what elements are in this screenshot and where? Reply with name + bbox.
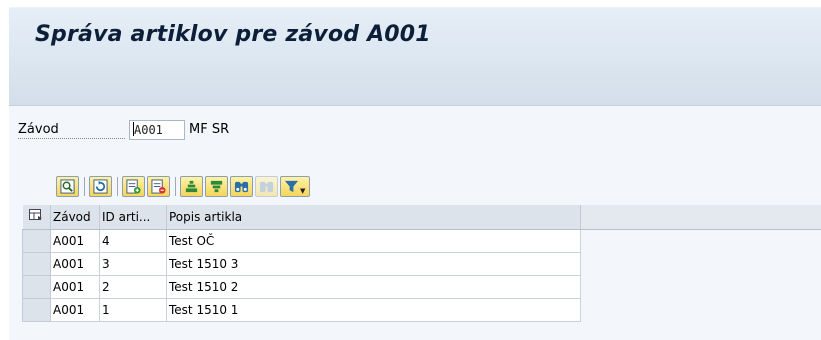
cell-article-id[interactable]: 1 [99,297,167,322]
cell-plant[interactable]: A001 [50,297,100,322]
cell-article-description[interactable]: Test 1510 3 [166,251,581,276]
table-row[interactable]: A001 1 Test 1510 1 [22,297,821,322]
sort-descending-button[interactable] [205,176,228,197]
plant-field[interactable]: A001 [129,120,185,140]
plant-label: Závod [18,122,125,139]
row-filler [580,275,821,298]
page-title: Správa artiklov pre závod A001 [35,22,431,47]
column-header-article-id[interactable]: ID arti... [99,205,167,230]
row-filler [580,229,821,252]
dropdown-arrow-icon: ▼ [300,186,306,195]
layout-icon [29,209,43,221]
cell-article-id[interactable]: 4 [99,228,167,253]
title-bar: Správa artiklov pre závod A001 [9,7,821,64]
filter-button[interactable]: ▼ [280,176,310,197]
select-all-cell[interactable] [22,205,51,230]
alv-toolbar: ▼ [56,175,312,198]
delete-row-button[interactable] [147,176,170,197]
cell-plant[interactable]: A001 [50,274,100,299]
plant-field-value: A001 [134,123,163,137]
refresh-button[interactable] [89,176,112,197]
application-toolbar [9,64,821,106]
toolbar-separator [117,177,118,196]
toolbar-separator [84,177,85,196]
row-filler [580,252,821,275]
column-header-article-description[interactable]: Popis artikla [166,205,581,230]
insert-row-button[interactable] [122,176,145,197]
delete-row-icon [151,179,166,194]
row-selector[interactable] [22,297,51,322]
table-row[interactable]: A001 4 Test OČ [22,228,821,253]
main-content: Závod A001 MF SR ▼ Závod ID arti... Popi… [9,106,821,340]
insert-row-icon [126,179,141,194]
details-button[interactable] [56,176,79,197]
filter-icon [284,180,299,193]
row-selector[interactable] [22,274,51,299]
find-button[interactable] [230,176,253,197]
sort-ascending-icon [185,180,198,193]
find-next-button[interactable] [255,176,278,197]
cell-article-description[interactable]: Test OČ [166,228,581,253]
data-grid: Závod ID arti... Popis artikla A001 4 Te… [22,205,821,322]
column-header-plant[interactable]: Závod [50,205,100,230]
table-row[interactable]: A001 3 Test 1510 3 [22,251,821,276]
row-selector[interactable] [22,228,51,253]
toolbar-separator [175,177,176,196]
cell-article-id[interactable]: 3 [99,251,167,276]
cell-article-description[interactable]: Test 1510 1 [166,297,581,322]
sort-descending-icon [210,180,223,193]
header-filler [580,205,821,230]
row-selector[interactable] [22,251,51,276]
cell-plant[interactable]: A001 [50,251,100,276]
row-filler [580,298,821,321]
cell-article-description[interactable]: Test 1510 2 [166,274,581,299]
details-icon [60,179,75,194]
find-next-icon [259,181,274,193]
grid-header-row: Závod ID arti... Popis artikla [22,205,821,230]
plant-description: MF SR [189,122,230,137]
refresh-icon [93,179,108,194]
cell-plant[interactable]: A001 [50,228,100,253]
table-row[interactable]: A001 2 Test 1510 2 [22,274,821,299]
find-icon [234,181,249,193]
sort-ascending-button[interactable] [180,176,203,197]
cell-article-id[interactable]: 2 [99,274,167,299]
